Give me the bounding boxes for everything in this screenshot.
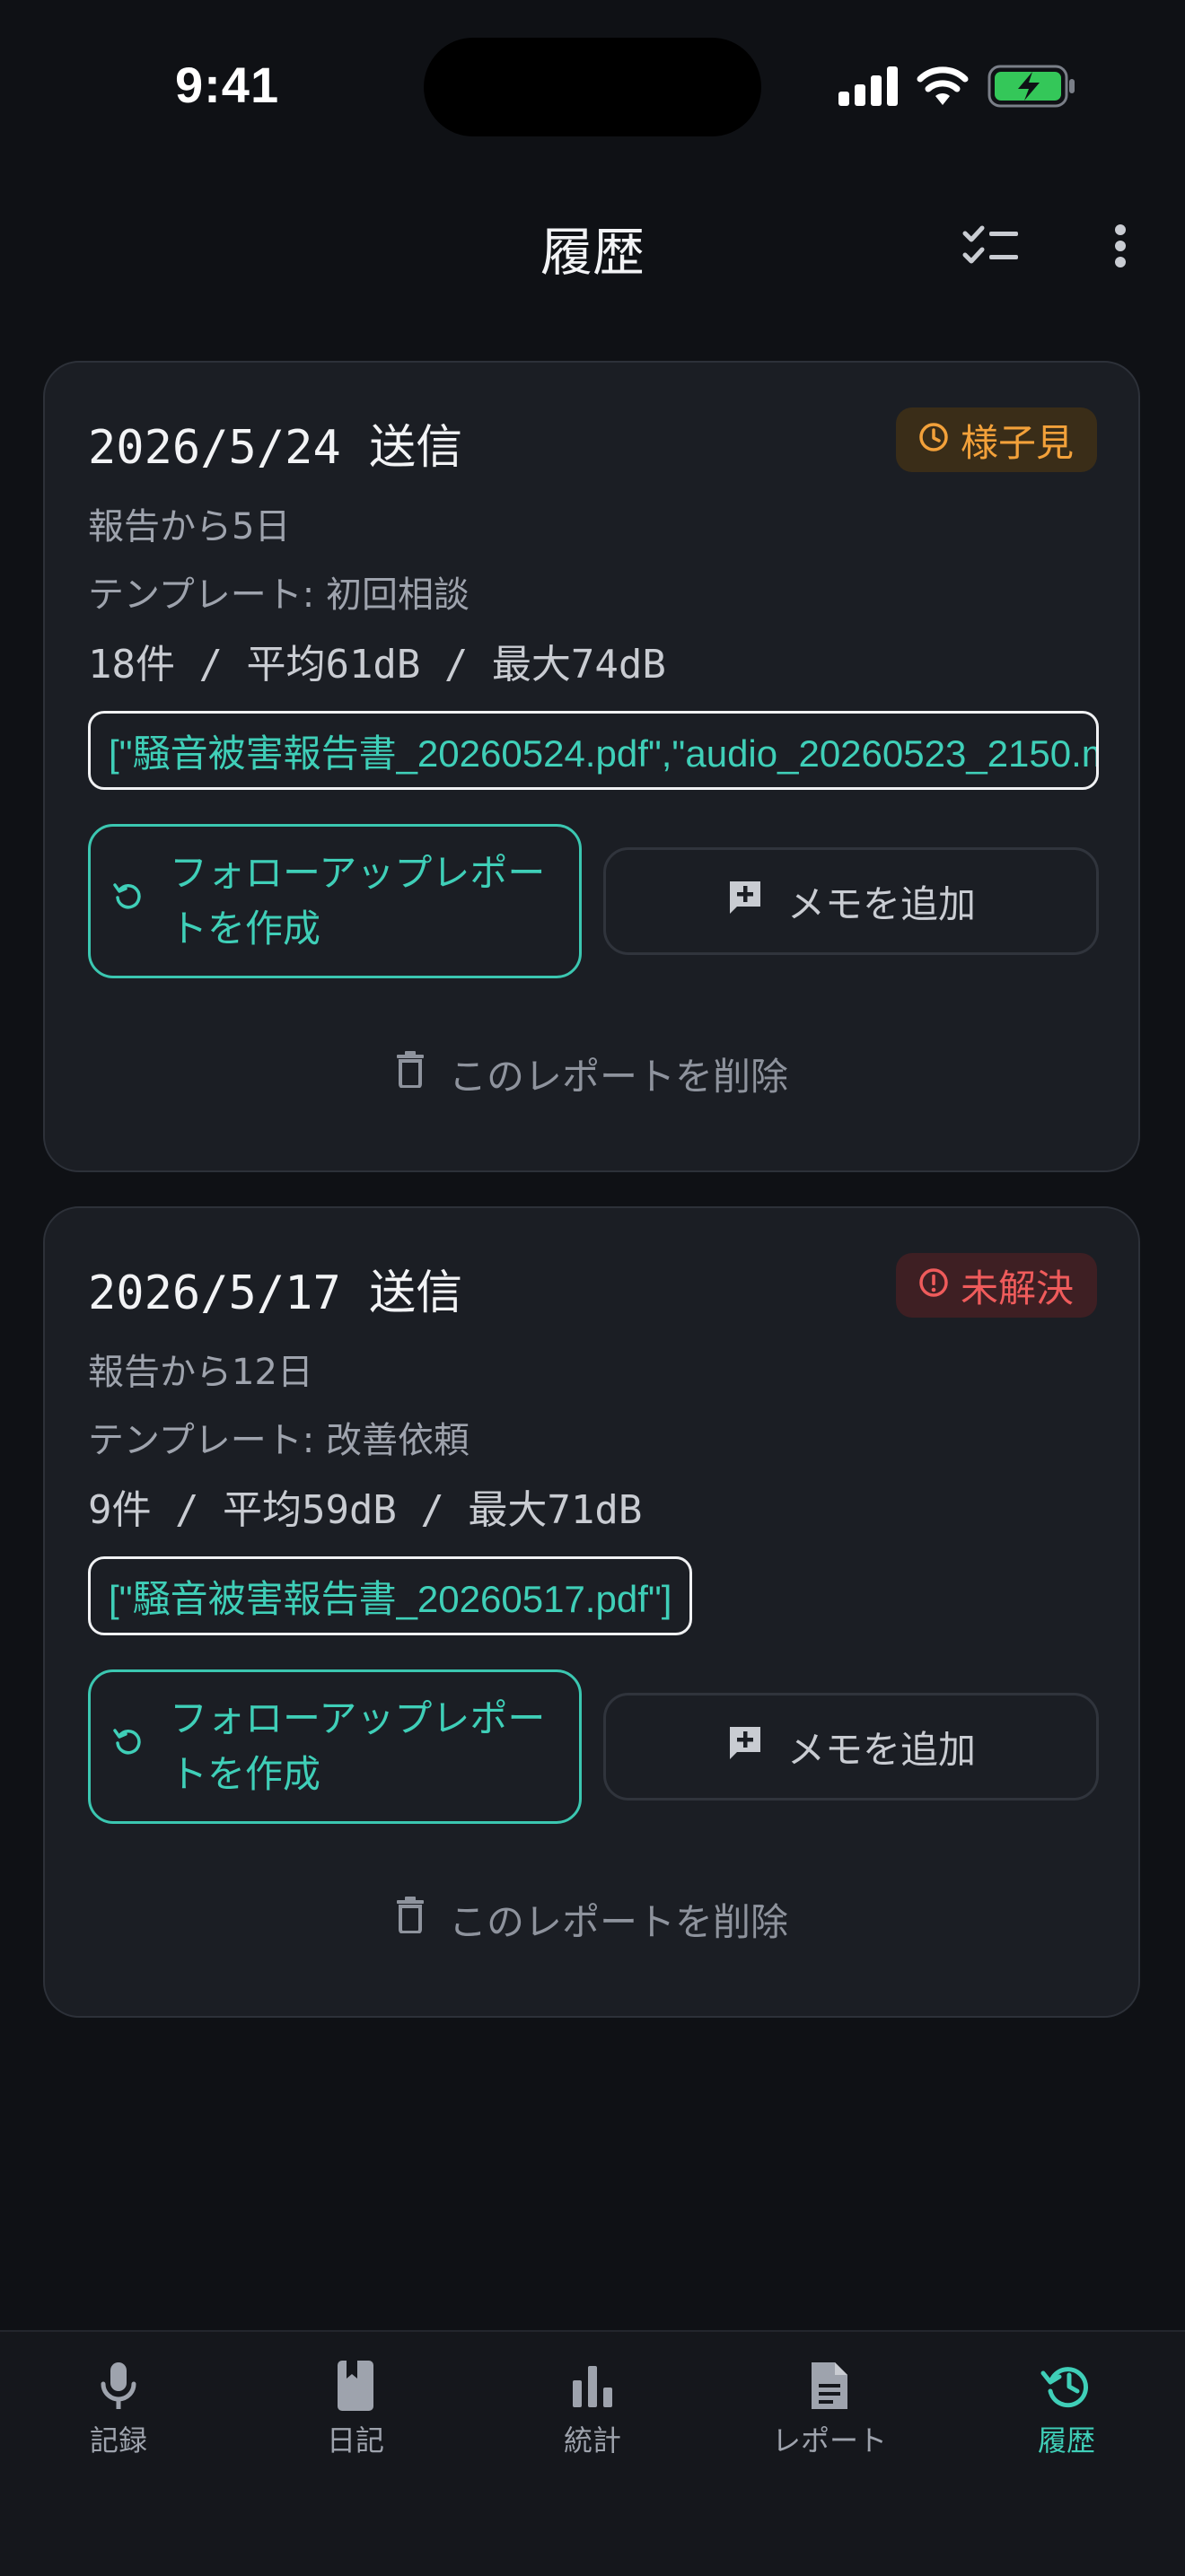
report-stats: 9件 / 平均59dB / 最大71dB — [88, 1487, 643, 1533]
status-badge-label: 未解決 — [960, 1266, 1074, 1310]
report-stats: 18件 / 平均61dB / 最大74dB — [88, 642, 666, 688]
nav-item-report[interactable]: レポート — [740, 2359, 919, 2459]
create-followup-button[interactable]: フォローアップレポートを作成 — [88, 824, 582, 978]
add-memo-label: メモを追加 — [786, 881, 976, 926]
add-comment-icon — [726, 878, 764, 924]
bottom-navigation: 記録 日記 統計 レポート 履歴 — [0, 2330, 1185, 2576]
nav-label: 記録 — [89, 2423, 147, 2458]
more-vertical-icon — [1113, 223, 1128, 272]
app-header: 履歴 — [0, 180, 1185, 305]
nav-item-stats[interactable]: 統計 — [503, 2359, 682, 2459]
attached-files[interactable]: ["騒音被害報告書_20260517.pdf"] — [88, 1556, 693, 1635]
nav-label: 統計 — [563, 2423, 621, 2458]
dynamic-island — [424, 38, 761, 136]
create-followup-label: フォローアップレポートを作成 — [170, 851, 546, 951]
delete-report-label: このレポートを削除 — [448, 1054, 788, 1099]
attached-files[interactable]: ["騒音被害報告書_20260524.pdf","audio_20260523_… — [88, 711, 1099, 790]
delete-report-label: このレポートを削除 — [448, 1899, 788, 1944]
template-name: テンプレート: 初回相談 — [88, 574, 470, 616]
delete-report-button[interactable]: このレポートを削除 — [45, 1038, 1138, 1109]
checklist-icon — [962, 224, 1020, 271]
delete-report-button[interactable]: このレポートを削除 — [45, 1883, 1138, 1955]
report-card: 2026/5/24 送信 様子見 報告から5日 テンプレート: 初回相談 18件… — [43, 361, 1140, 1172]
more-options-button[interactable] — [1084, 212, 1156, 284]
signal-icon — [838, 66, 898, 106]
template-name: テンプレート: 改善依頼 — [88, 1420, 470, 1461]
trash-icon — [395, 1896, 426, 1942]
add-memo-button[interactable]: メモを追加 — [603, 847, 1099, 955]
nav-label: レポート — [771, 2423, 887, 2458]
refresh-icon — [110, 873, 146, 929]
days-since-report: 報告から12日 — [88, 1352, 313, 1393]
wifi-icon — [916, 66, 970, 107]
status-bar: 9:41 — [0, 0, 1185, 171]
status-badge-label: 様子見 — [960, 420, 1074, 465]
checklist-button[interactable] — [955, 212, 1027, 284]
journal-icon — [329, 2359, 382, 2413]
bar-chart-icon — [566, 2359, 619, 2413]
trash-icon — [395, 1050, 426, 1097]
microphone-icon — [92, 2359, 145, 2413]
nav-item-diary[interactable]: 日記 — [266, 2359, 445, 2459]
days-since-report: 報告から5日 — [88, 506, 291, 548]
create-followup-label: フォローアップレポートを作成 — [170, 1696, 546, 1796]
history-icon — [1038, 2359, 1095, 2413]
add-comment-icon — [726, 1723, 764, 1770]
report-card: 2026/5/17 送信 未解決 報告から12日 テンプレート: 改善依頼 9件… — [43, 1206, 1140, 2018]
nav-label: 履歴 — [1037, 2423, 1095, 2458]
nav-label: 日記 — [326, 2423, 384, 2458]
battery-charging-icon — [988, 65, 1077, 108]
alert-circle-icon — [917, 1264, 950, 1308]
refresh-icon — [110, 1719, 146, 1774]
create-followup-button[interactable]: フォローアップレポートを作成 — [88, 1669, 582, 1824]
status-icons — [838, 61, 1077, 111]
status-time: 9:41 — [175, 57, 280, 113]
report-date: 2026/5/24 送信 — [88, 421, 463, 475]
clock-icon — [917, 418, 950, 462]
add-memo-label: メモを追加 — [786, 1727, 976, 1772]
document-icon — [803, 2359, 856, 2413]
add-memo-button[interactable]: メモを追加 — [603, 1693, 1099, 1801]
report-date: 2026/5/17 送信 — [88, 1266, 463, 1320]
status-badge[interactable]: 未解決 — [895, 1253, 1097, 1318]
nav-item-record[interactable]: 記録 — [29, 2359, 208, 2459]
nav-item-history[interactable]: 履歴 — [977, 2359, 1156, 2459]
status-badge[interactable]: 様子見 — [895, 407, 1097, 472]
